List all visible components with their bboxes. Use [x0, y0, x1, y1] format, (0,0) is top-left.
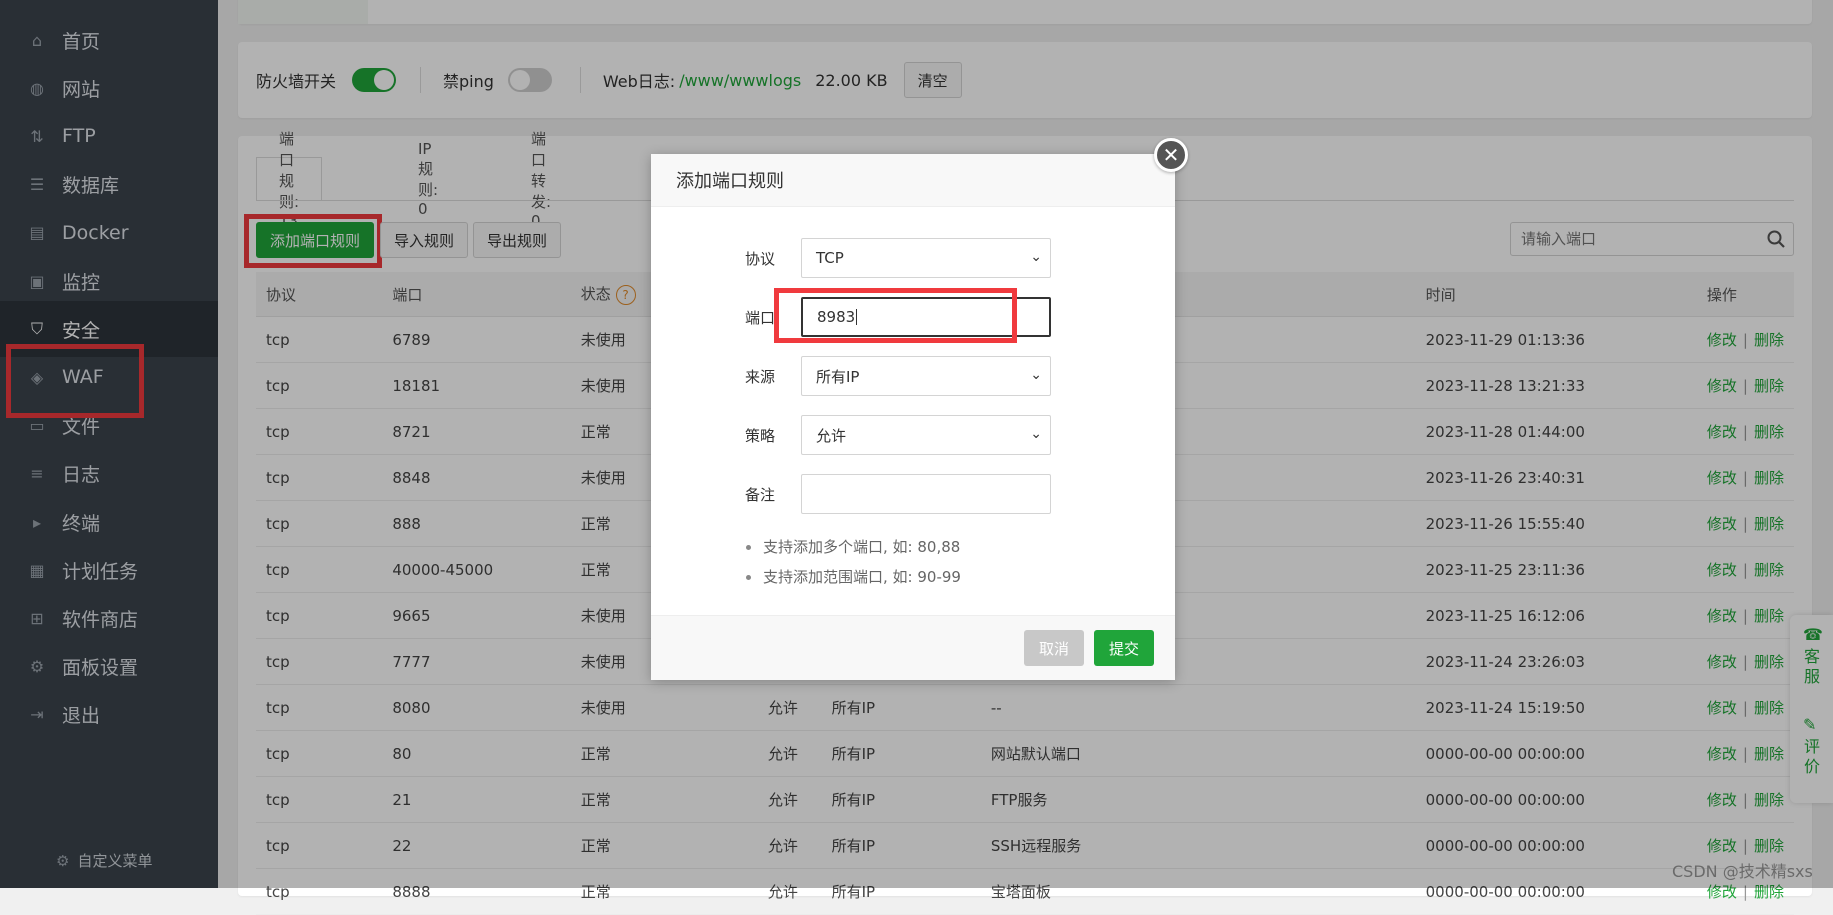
protocol-row: 协议 — [745, 238, 800, 278]
dialog-tips: 支持添加多个端口, 如: 80,88 支持添加范围端口, 如: 90-99 — [746, 532, 961, 592]
dialog-title: 添加端口规则 — [651, 154, 1175, 207]
source-label: 来源 — [745, 367, 776, 386]
chevron-down-icon: ⌄ — [1030, 249, 1042, 265]
tip-item: 支持添加范围端口, 如: 90-99 — [746, 562, 961, 592]
source-row: 来源 — [745, 356, 800, 396]
dialog-footer: 取消 提交 — [651, 615, 1175, 680]
chevron-down-icon: ⌄ — [1030, 426, 1042, 442]
remark-input[interactable] — [801, 474, 1051, 514]
add-port-rule-dialog: 添加端口规则 协议 TCP ⌄ 端口 8983 来源 所有IP ⌄ 策略 允许 … — [651, 154, 1175, 680]
protocol-select[interactable]: TCP ⌄ — [801, 238, 1051, 278]
source-select[interactable]: 所有IP ⌄ — [801, 356, 1051, 396]
policy-row: 策略 — [745, 415, 800, 455]
close-icon[interactable]: ✕ — [1154, 138, 1188, 172]
protocol-label: 协议 — [745, 249, 776, 268]
chevron-down-icon: ⌄ — [1030, 367, 1042, 383]
tip-item: 支持添加多个端口, 如: 80,88 — [746, 532, 961, 562]
policy-label: 策略 — [745, 426, 776, 445]
submit-button[interactable]: 提交 — [1094, 630, 1154, 666]
highlight-port-input — [774, 288, 1017, 343]
remark-row: 备注 — [745, 474, 800, 514]
policy-select[interactable]: 允许 ⌄ — [801, 415, 1051, 455]
cancel-button[interactable]: 取消 — [1024, 630, 1084, 666]
remark-label: 备注 — [745, 485, 776, 504]
